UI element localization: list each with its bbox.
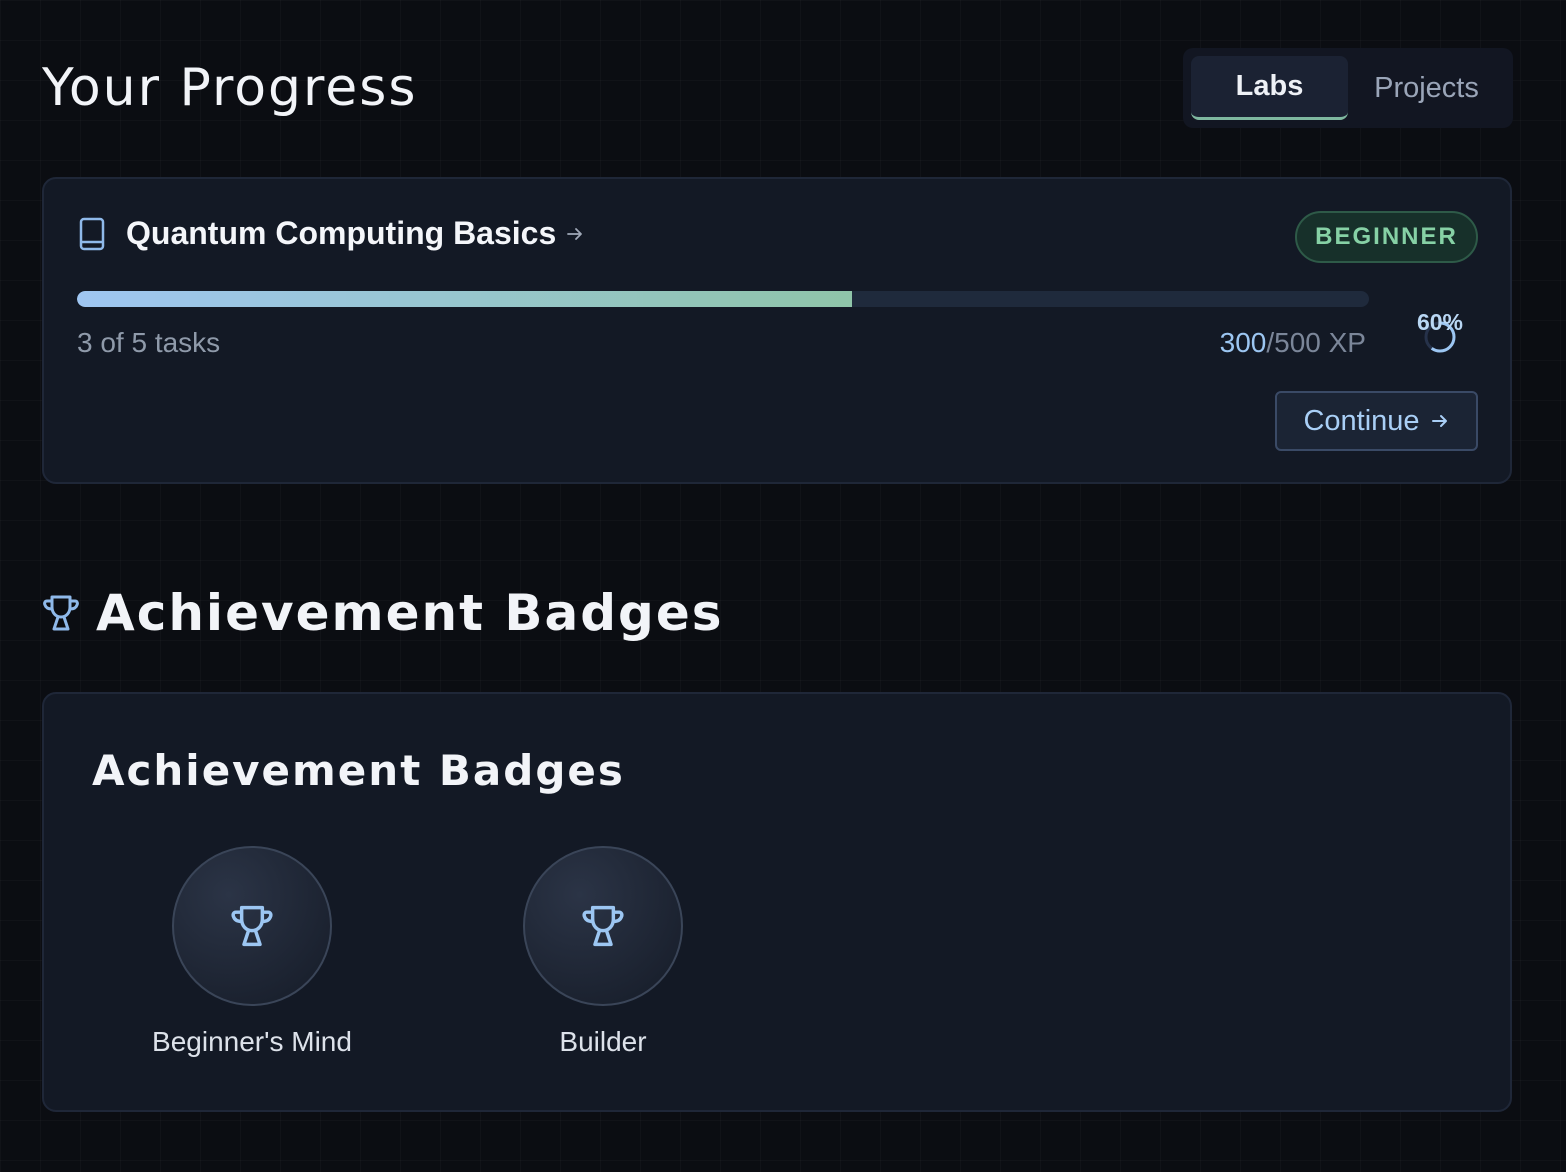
level-badge: BEGINNER: [1295, 211, 1478, 263]
course-title[interactable]: Quantum Computing Basics: [126, 215, 556, 252]
arrow-right-icon: [567, 227, 583, 240]
badge-circle[interactable]: [172, 846, 332, 1006]
xp-total: /500 XP: [1266, 327, 1366, 358]
achievements-heading: Achievement Badges: [42, 584, 724, 642]
xp-counter: 300/500 XP: [1220, 327, 1366, 359]
trophy-icon: [231, 905, 273, 947]
course-progress-card: Quantum Computing Basics BEGINNER 3 of 5…: [42, 177, 1512, 484]
badges-card-title: Achievement Badges: [92, 746, 625, 795]
badge-name: Beginner's Mind: [152, 1026, 352, 1057]
percent-label: 60%: [1416, 309, 1464, 335]
course-header[interactable]: Quantum Computing Basics: [78, 215, 584, 252]
trophy-icon: [43, 595, 79, 631]
badge-item[interactable]: Builder: [473, 846, 733, 1058]
section-title: Achievement Badges: [96, 584, 724, 642]
trophy-icon: [582, 905, 624, 947]
continue-label: Continue: [1303, 404, 1420, 437]
view-tabs: Labs Projects: [1183, 48, 1513, 128]
arrow-right-icon: [1431, 415, 1447, 427]
badge-name: Builder: [559, 1026, 647, 1057]
progress-page: Your Progress Labs Projects Quantum Comp…: [0, 0, 1566, 1172]
badge-item[interactable]: Beginner's Mind: [122, 846, 382, 1058]
page-title: Your Progress: [42, 58, 418, 118]
book-icon: [79, 217, 105, 250]
progress-bar-fill: [77, 291, 853, 307]
tab-projects[interactable]: Projects: [1348, 56, 1505, 120]
xp-current: 300: [1219, 327, 1267, 358]
badge-circle[interactable]: [523, 846, 683, 1006]
continue-button[interactable]: Continue: [1275, 391, 1478, 451]
tab-labs[interactable]: Labs: [1191, 56, 1348, 120]
progress-bar: [77, 291, 1369, 307]
badges-card: Achievement Badges Beginner's Mind Build…: [42, 692, 1512, 1112]
tasks-count: 3 of 5 tasks: [77, 327, 221, 358]
